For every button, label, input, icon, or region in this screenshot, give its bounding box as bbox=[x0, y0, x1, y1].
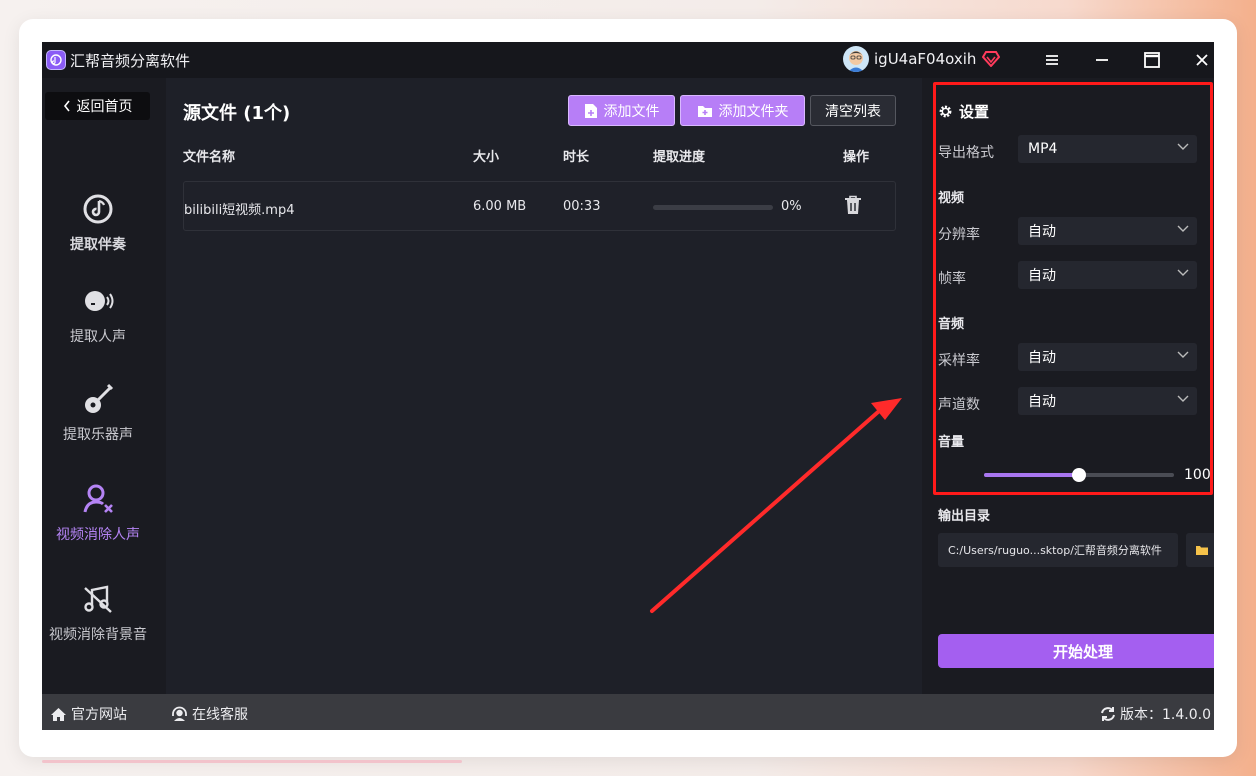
add-file-label: 添加文件 bbox=[603, 103, 660, 120]
file-size: 6.00 MB bbox=[473, 199, 527, 214]
column-header-name: 文件名称 bbox=[183, 150, 236, 165]
guitar-icon bbox=[85, 383, 114, 413]
folder-add-icon bbox=[697, 105, 712, 117]
chevron-down-icon bbox=[1177, 143, 1189, 150]
menu-icon[interactable] bbox=[1040, 48, 1064, 72]
chevron-down-icon bbox=[1177, 269, 1189, 276]
file-name: bilibili短视频.mp4 bbox=[184, 203, 295, 218]
sidebar-item-label: 提取乐器声 bbox=[63, 427, 133, 443]
video-section-title: 视频 bbox=[938, 191, 965, 206]
progress-bar bbox=[653, 205, 773, 210]
headset-icon bbox=[172, 706, 187, 721]
chevron-left-icon bbox=[63, 100, 70, 112]
official-website-label: 官方网站 bbox=[71, 707, 127, 723]
back-home-button[interactable]: 返回首页 bbox=[45, 92, 150, 120]
gear-icon bbox=[939, 105, 952, 118]
add-folder-label: 添加文件夹 bbox=[718, 103, 789, 120]
settings-title: 设置 bbox=[938, 101, 989, 122]
app-title: 汇帮音频分离软件 bbox=[70, 52, 191, 70]
export-format-select[interactable]: MP4 bbox=[1018, 135, 1197, 163]
resolution-value: 自动 bbox=[1028, 224, 1056, 240]
page-title: 源文件 (1个) bbox=[183, 103, 291, 124]
settings-panel: 设置 导出格式 MP4 视频 分辨率 自动 帧率 自动 音频 采样率 自动 声道… bbox=[922, 78, 1214, 694]
resolution-select[interactable]: 自动 bbox=[1018, 217, 1197, 245]
sidebar-item-extract-accompaniment[interactable]: 提取伴奏 bbox=[42, 192, 154, 254]
music-note-icon bbox=[83, 194, 113, 224]
channels-label: 声道数 bbox=[938, 397, 980, 413]
export-format-label: 导出格式 bbox=[938, 145, 994, 161]
trash-icon[interactable] bbox=[844, 195, 862, 215]
volume-slider-fill bbox=[984, 473, 1079, 477]
browse-folder-button[interactable] bbox=[1186, 533, 1214, 567]
column-header-size: 大小 bbox=[473, 150, 500, 165]
music-off-icon bbox=[84, 585, 112, 613]
sidebar-item-label: 提取人声 bbox=[70, 329, 126, 345]
samplerate-label: 采样率 bbox=[938, 353, 980, 369]
sidebar-item-label: 视频消除背景音 bbox=[49, 627, 147, 643]
sidebar-item-extract-voice[interactable]: 提取人声 bbox=[42, 284, 154, 346]
export-format-value: MP4 bbox=[1028, 141, 1058, 157]
samplerate-value: 自动 bbox=[1028, 350, 1056, 366]
file-duration: 00:33 bbox=[563, 199, 601, 214]
volume-label: 音量 bbox=[938, 435, 965, 450]
online-support-label: 在线客服 bbox=[192, 707, 248, 723]
add-folder-button[interactable]: 添加文件夹 bbox=[680, 95, 805, 126]
minimize-icon[interactable] bbox=[1090, 48, 1114, 72]
vip-diamond-icon[interactable] bbox=[982, 51, 1000, 67]
voice-icon bbox=[85, 291, 114, 311]
sidebar: 返回首页 提取伴奏 提取人声 提取乐器声 视频消除人声 视频消除背景音 bbox=[42, 78, 166, 694]
progress-text: 0% bbox=[781, 199, 802, 214]
file-add-icon bbox=[584, 103, 597, 118]
version-info[interactable]: 版本：1.4.0.0 bbox=[1100, 704, 1211, 724]
maximize-icon[interactable] bbox=[1140, 48, 1164, 72]
framerate-select[interactable]: 自动 bbox=[1018, 261, 1197, 289]
resolution-label: 分辨率 bbox=[938, 227, 980, 243]
status-bar: 官方网站 在线客服 版本：1.4.0.0 bbox=[42, 694, 1214, 730]
volume-value: 100 bbox=[1184, 467, 1211, 483]
chevron-down-icon bbox=[1177, 351, 1189, 358]
avatar[interactable] bbox=[843, 46, 869, 72]
username[interactable]: igU4aF04oxih bbox=[874, 50, 976, 68]
chevron-down-icon bbox=[1177, 395, 1189, 402]
app-window: 汇帮音频分离软件 igU4aF04oxih 返回首页 提取伴奏 提取人声 提取乐… bbox=[42, 42, 1214, 730]
official-website-link[interactable]: 官方网站 bbox=[50, 704, 127, 724]
samplerate-select[interactable]: 自动 bbox=[1018, 343, 1197, 371]
online-support-link[interactable]: 在线客服 bbox=[171, 704, 248, 724]
home-icon bbox=[51, 707, 66, 721]
output-dir-field[interactable]: C:/Users/ruguo...sktop/汇帮音频分离软件 bbox=[938, 533, 1178, 567]
main-content: 源文件 (1个) 添加文件 添加文件夹 清空列表 文件名称 大小 时长 提取进度… bbox=[166, 78, 922, 694]
clear-list-button[interactable]: 清空列表 bbox=[810, 95, 896, 126]
app-logo-icon bbox=[46, 50, 66, 70]
add-file-button[interactable]: 添加文件 bbox=[568, 95, 675, 126]
channels-select[interactable]: 自动 bbox=[1018, 387, 1197, 415]
framerate-label: 帧率 bbox=[938, 271, 966, 287]
sidebar-item-extract-instrument[interactable]: 提取乐器声 bbox=[42, 382, 154, 444]
back-home-label: 返回首页 bbox=[76, 99, 133, 115]
settings-title-label: 设置 bbox=[959, 103, 990, 121]
decorative-underline bbox=[42, 760, 462, 763]
refresh-icon bbox=[1101, 707, 1115, 721]
audio-section-title: 音频 bbox=[938, 317, 965, 332]
volume-slider-thumb[interactable] bbox=[1072, 468, 1086, 482]
sidebar-item-label: 视频消除人声 bbox=[56, 527, 140, 543]
folder-icon bbox=[1196, 546, 1208, 555]
sidebar-item-video-remove-background[interactable]: 视频消除背景音 bbox=[42, 582, 154, 644]
sidebar-item-label: 提取伴奏 bbox=[70, 237, 126, 253]
user-remove-icon bbox=[83, 484, 113, 513]
title-bar: 汇帮音频分离软件 igU4aF04oxih bbox=[42, 42, 1214, 78]
output-dir-label: 输出目录 bbox=[938, 509, 991, 524]
column-header-progress: 提取进度 bbox=[653, 150, 706, 165]
column-header-actions: 操作 bbox=[843, 150, 870, 165]
framerate-value: 自动 bbox=[1028, 268, 1056, 284]
version-label: 版本：1.4.0.0 bbox=[1120, 707, 1211, 723]
volume-slider[interactable] bbox=[984, 468, 1174, 482]
table-row[interactable]: bilibili短视频.mp4 6.00 MB 00:33 0% bbox=[183, 181, 896, 231]
column-header-duration: 时长 bbox=[563, 150, 590, 165]
close-icon[interactable] bbox=[1190, 48, 1214, 72]
channels-value: 自动 bbox=[1028, 394, 1056, 410]
chevron-down-icon bbox=[1177, 225, 1189, 232]
sidebar-item-video-remove-voice[interactable]: 视频消除人声 bbox=[42, 482, 154, 544]
start-processing-button[interactable]: 开始处理 bbox=[938, 634, 1214, 668]
